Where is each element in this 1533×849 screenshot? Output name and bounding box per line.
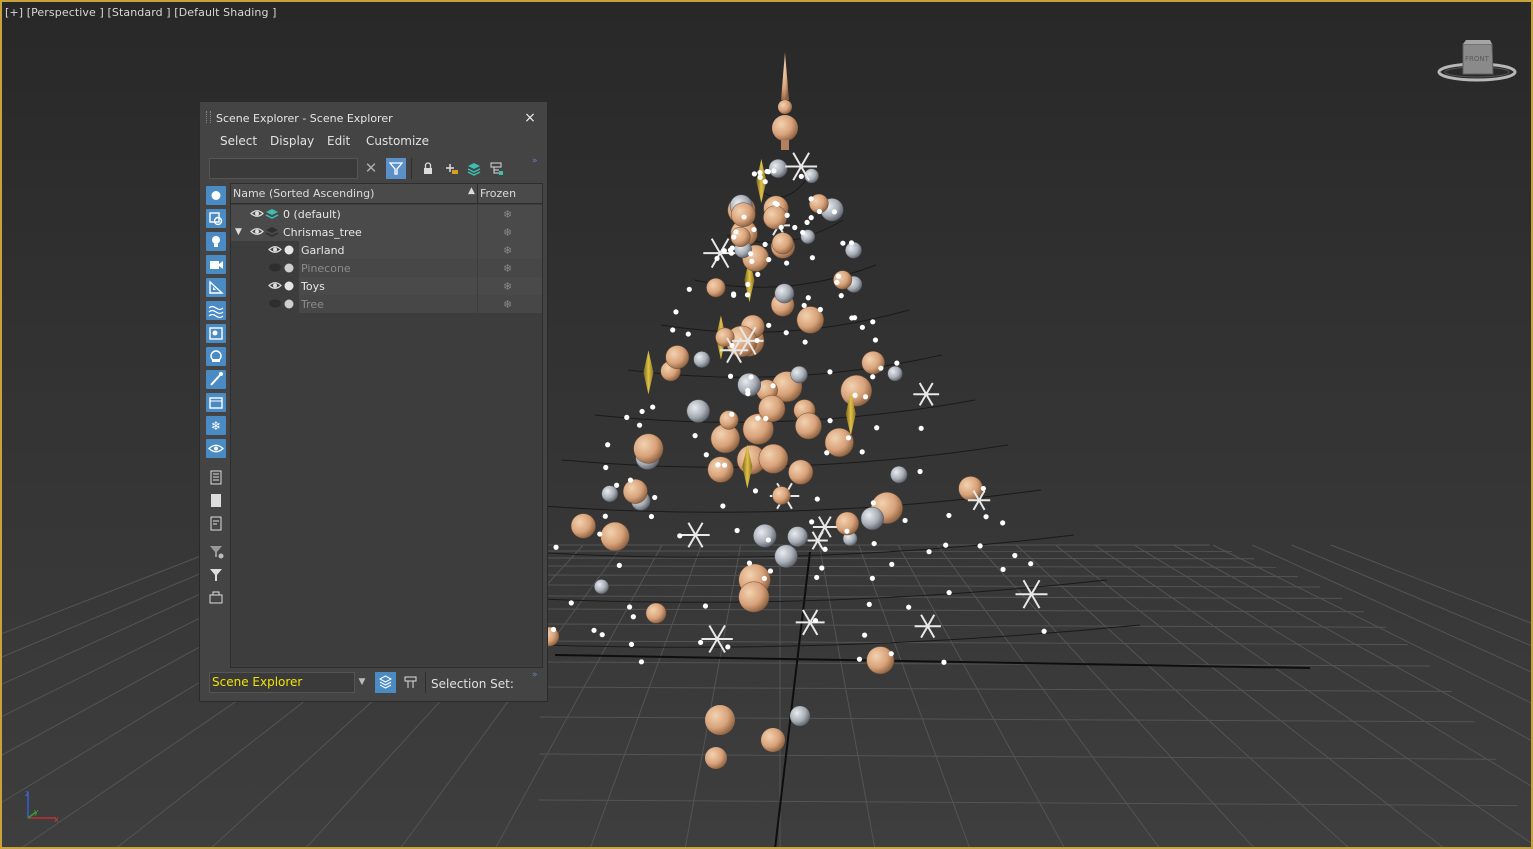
visibility-eye-icon[interactable] — [250, 226, 264, 237]
scene-explorer-panel[interactable]: Scene Explorer - Scene Explorer × Select… — [199, 101, 548, 702]
tree-item-label: Garland — [301, 244, 345, 257]
filter-toggle-icon[interactable] — [386, 158, 406, 179]
filter-icon[interactable] — [206, 565, 226, 584]
display-bones-icon[interactable] — [206, 370, 226, 389]
axis-tripod: z x y — [20, 786, 64, 830]
display-cameras-icon[interactable] — [206, 255, 226, 274]
column-frozen-header[interactable]: Frozen — [480, 187, 516, 200]
tree-header: Name (Sorted Ascending) ▲ Frozen — [231, 184, 542, 204]
hidden-eye-icon[interactable] — [268, 262, 282, 273]
visibility-eye-icon[interactable] — [268, 280, 282, 291]
lock-icon[interactable] — [418, 158, 438, 179]
axis-z-label: z — [25, 789, 29, 798]
search-input[interactable] — [209, 158, 358, 179]
view-cube[interactable]: FRONT — [1436, 38, 1520, 92]
close-icon[interactable]: × — [522, 110, 538, 126]
footer-overflow-icon[interactable]: » — [532, 670, 538, 680]
tree-layer-row[interactable]: ▼ Chrismas_tree ❄ — [231, 223, 542, 241]
display-containers-icon[interactable] — [206, 393, 226, 412]
object-sphere-icon — [283, 298, 297, 310]
visibility-eye-icon[interactable] — [250, 208, 264, 219]
chevron-down-icon[interactable]: ▼ — [355, 672, 369, 693]
display-geometry-icon[interactable] — [206, 186, 226, 205]
frozen-snowflake-icon[interactable]: ❄ — [503, 244, 512, 257]
tree-object-row[interactable]: Garland ❄ — [231, 241, 542, 259]
sort-by-hierarchy-icon[interactable] — [400, 672, 421, 693]
scene-explorer-title: Scene Explorer - Scene Explorer — [216, 112, 393, 125]
menu-edit[interactable]: Edit — [327, 134, 350, 148]
view-cube-face-label: FRONT — [1465, 55, 1490, 63]
hidden-eye-icon[interactable] — [268, 298, 282, 309]
viewport-label[interactable]: [+] [Perspective ] [Standard ] [Default … — [5, 6, 277, 19]
object-sphere-icon — [283, 262, 297, 274]
display-spacewarps-icon[interactable] — [206, 301, 226, 320]
tree-item-label: 0 (default) — [283, 208, 341, 221]
display-lights-icon[interactable] — [206, 232, 226, 251]
menu-display[interactable]: Display — [270, 134, 314, 148]
sort-ascending-icon[interactable]: ▲ — [468, 186, 475, 196]
tree-item-label: Pinecone — [301, 262, 351, 275]
layer-icon — [265, 226, 279, 238]
explorer-dropdown[interactable]: Scene Explorer — [209, 672, 355, 693]
tree-item-label: Chrismas_tree — [283, 226, 362, 239]
display-groups-icon[interactable] — [206, 324, 226, 343]
scene-tree[interactable]: Name (Sorted Ascending) ▲ Frozen 0 (defa… — [230, 183, 543, 668]
tree-item-label: Tree — [301, 298, 324, 311]
axis-x-label: x — [54, 815, 59, 824]
display-helpers-icon[interactable] — [206, 278, 226, 297]
sort-by-layer-icon[interactable] — [375, 672, 396, 693]
object-sphere-icon — [283, 244, 297, 256]
visibility-eye-icon[interactable] — [268, 244, 282, 255]
display-frozen-icon[interactable]: ❄ — [206, 416, 226, 435]
object-sphere-icon — [283, 280, 297, 292]
invert-display-icon[interactable] — [206, 514, 226, 533]
filter-settings-icon[interactable] — [206, 542, 226, 561]
layers-icon[interactable] — [464, 158, 484, 179]
display-shapes-icon[interactable] — [206, 209, 226, 228]
clear-search-icon[interactable]: ✕ — [361, 158, 381, 179]
tree-object-row[interactable]: Tree ❄ — [231, 295, 542, 313]
menu-customize[interactable]: Customize — [366, 134, 429, 148]
tree-layer-row[interactable]: 0 (default) ❄ — [231, 205, 542, 223]
lock-cell-icon[interactable] — [206, 588, 226, 607]
frozen-snowflake-icon[interactable]: ❄ — [503, 208, 512, 221]
tree-item-label: Toys — [301, 280, 325, 293]
drag-grip-icon[interactable] — [206, 111, 211, 123]
display-none-icon[interactable] — [206, 491, 226, 510]
create-layer-icon[interactable] — [441, 158, 461, 179]
frozen-snowflake-icon[interactable]: ❄ — [503, 280, 512, 293]
svg-text:❄: ❄ — [211, 419, 221, 433]
explorer-footer: Scene Explorer ▼ Selection Set: » — [200, 670, 547, 700]
display-all-icon[interactable] — [206, 468, 226, 487]
hierarchy-icon[interactable] — [487, 158, 507, 179]
selection-set-label: Selection Set: — [431, 677, 514, 691]
menu-select[interactable]: Select — [220, 134, 257, 148]
toolbar-overflow-icon[interactable]: » — [532, 156, 538, 166]
display-xrefs-icon[interactable] — [206, 347, 226, 366]
frozen-snowflake-icon[interactable]: ❄ — [503, 298, 512, 311]
frozen-snowflake-icon[interactable]: ❄ — [503, 262, 512, 275]
tree-object-row[interactable]: Toys ❄ — [231, 277, 542, 295]
display-hidden-icon[interactable] — [206, 439, 226, 458]
frozen-snowflake-icon[interactable]: ❄ — [503, 226, 512, 239]
expand-triangle-icon[interactable]: ▼ — [235, 227, 242, 237]
scene-explorer-titlebar[interactable]: Scene Explorer - Scene Explorer × — [200, 102, 547, 128]
axis-y-label: y — [34, 808, 38, 816]
tree-object-row[interactable]: Pinecone ❄ — [231, 259, 542, 277]
column-name-header[interactable]: Name (Sorted Ascending) — [233, 187, 374, 200]
active-layer-icon — [265, 208, 279, 220]
